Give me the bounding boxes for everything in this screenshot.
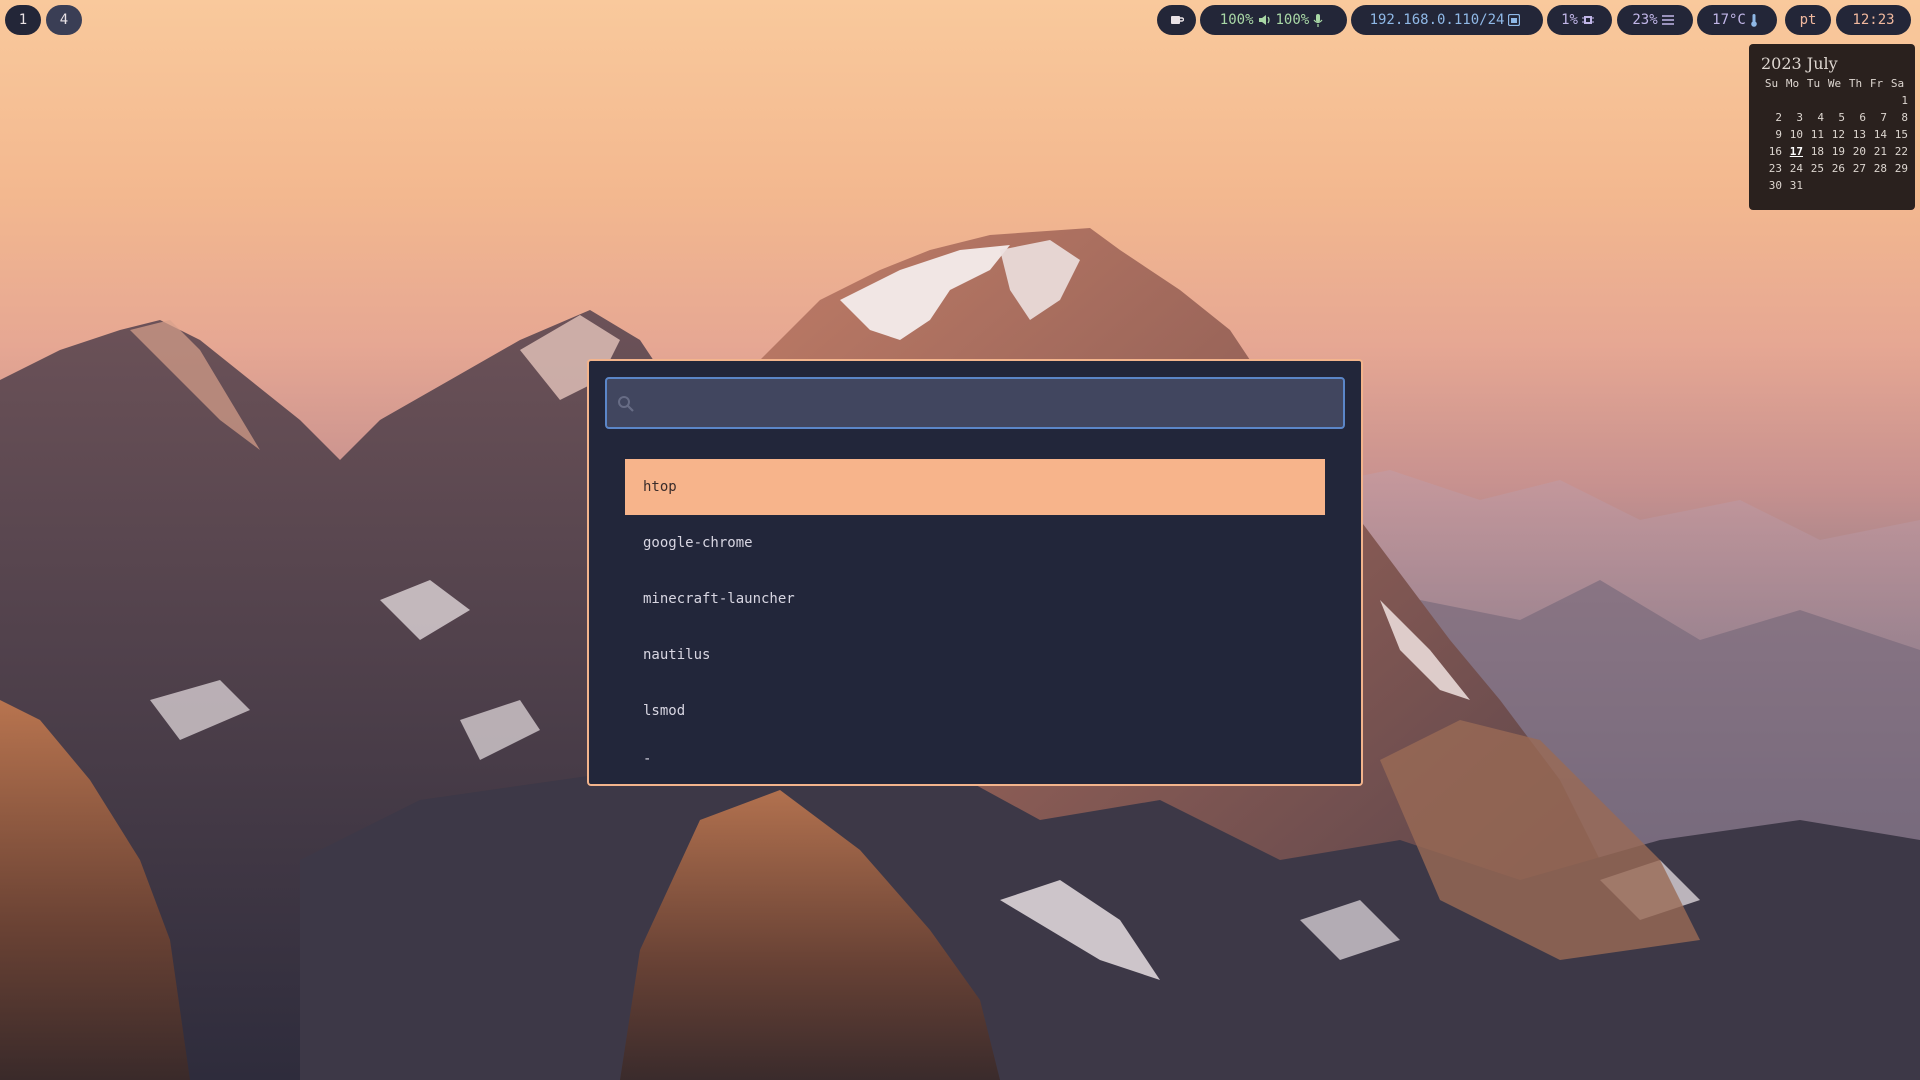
thermometer-icon [1750, 13, 1758, 27]
calendar-day[interactable]: 11 [1803, 127, 1824, 143]
calendar-day[interactable]: 22 [1887, 144, 1908, 160]
coffee-icon [1170, 14, 1184, 26]
calendar-day[interactable]: 25 [1803, 161, 1824, 177]
network-module[interactable]: 192.168.0.110/24 [1351, 5, 1543, 35]
calendar-day[interactable]: 31 [1782, 178, 1803, 194]
result-item-google-chrome[interactable]: google-chrome [625, 515, 1325, 571]
calendar-day[interactable]: 30 [1761, 178, 1782, 194]
result-item-dash[interactable]: - [625, 739, 1325, 779]
calendar-day[interactable]: 3 [1782, 110, 1803, 126]
calendar-weekday: Th [1848, 77, 1863, 90]
mic-volume-value: 100% [1275, 12, 1310, 28]
result-item-nautilus[interactable]: nautilus [625, 627, 1325, 683]
calendar-day[interactable]: 2 [1761, 110, 1782, 126]
calendar-day[interactable]: 27 [1845, 161, 1866, 177]
search-box[interactable] [605, 377, 1345, 429]
calendar-day[interactable]: 15 [1887, 127, 1908, 143]
calendar-day[interactable]: 6 [1845, 110, 1866, 126]
ethernet-icon [1508, 14, 1521, 26]
calendar-day[interactable]: 4 [1803, 110, 1824, 126]
calendar-day[interactable]: 18 [1803, 144, 1824, 160]
calendar-blank [1866, 93, 1887, 109]
calendar-day[interactable]: 29 [1887, 161, 1908, 177]
calendar-day[interactable]: 13 [1845, 127, 1866, 143]
workspace-4-label: 4 [59, 12, 69, 28]
calendar-weekday: We [1827, 77, 1842, 90]
calendar-weekday: Su [1764, 77, 1779, 90]
calendar-title: 2023 July [1761, 54, 1838, 73]
calendar-day[interactable]: 10 [1782, 127, 1803, 143]
cpu-icon [1581, 14, 1594, 26]
app-launcher: htop google-chrome minecraft-launcher na… [587, 359, 1363, 786]
audio-module[interactable]: 100% 100% [1200, 5, 1347, 35]
calendar-day[interactable]: 26 [1824, 161, 1845, 177]
calendar-day[interactable]: 14 [1866, 127, 1887, 143]
calendar-blank [1824, 93, 1845, 109]
search-icon [617, 395, 635, 413]
clock-time: 12:23 [1852, 12, 1895, 28]
calendar-blank [1803, 93, 1824, 109]
calendar-day[interactable]: 7 [1866, 110, 1887, 126]
calendar-blank [1782, 93, 1803, 109]
cpu-module[interactable]: 1% [1547, 5, 1612, 35]
calendar-day[interactable]: 21 [1866, 144, 1887, 160]
cpu-usage: 1% [1561, 12, 1578, 28]
memory-usage: 23% [1632, 12, 1658, 28]
calendar-day[interactable]: 8 [1887, 110, 1908, 126]
calendar-day[interactable]: 12 [1824, 127, 1845, 143]
result-item-minecraft-launcher[interactable]: minecraft-launcher [625, 571, 1325, 627]
clock-button[interactable]: 12:23 [1836, 5, 1911, 35]
result-item-htop[interactable]: htop [625, 459, 1325, 515]
calendar-day[interactable]: 23 [1761, 161, 1782, 177]
calendar-day[interactable]: 1 [1887, 93, 1908, 109]
calendar-today[interactable]: 17 [1782, 144, 1803, 160]
microphone-icon [1313, 13, 1323, 27]
calendar-day[interactable]: 24 [1782, 161, 1803, 177]
calendar-blank [1845, 93, 1866, 109]
workspace-4-button[interactable]: 4 [46, 5, 82, 35]
results-list: htop google-chrome minecraft-launcher na… [625, 459, 1325, 779]
workspace-1-button[interactable]: 1 [5, 5, 41, 35]
calendar-weekday: Sa [1890, 77, 1905, 90]
calendar-day[interactable]: 20 [1845, 144, 1866, 160]
calendar-day[interactable]: 9 [1761, 127, 1782, 143]
calendar-blank [1761, 93, 1782, 109]
calendar-day[interactable]: 16 [1761, 144, 1782, 160]
temperature-value: 17°C [1712, 12, 1746, 28]
keyboard-layout-button[interactable]: pt [1785, 5, 1831, 35]
calendar-weekday: Mo [1785, 77, 1800, 90]
calendar-popup: 2023 July Su Mo Tu We Th Fr Sa 1 2 3 4 5 6 7 8 9 10 11 12 1… [1749, 44, 1915, 210]
speaker-icon [1258, 14, 1272, 26]
calendar-weekday: Tu [1806, 77, 1821, 90]
caffeine-toggle[interactable] [1157, 5, 1196, 35]
network-address: 192.168.0.110/24 [1369, 12, 1505, 28]
volume-value: 100% [1219, 12, 1254, 28]
calendar-day[interactable]: 19 [1824, 144, 1845, 160]
calendar-day[interactable]: 28 [1866, 161, 1887, 177]
memory-module[interactable]: 23% [1617, 5, 1693, 35]
result-item-lsmod[interactable]: lsmod [625, 683, 1325, 739]
temperature-module[interactable]: 17°C [1697, 5, 1777, 35]
calendar-weekday: Fr [1869, 77, 1884, 90]
memory-icon [1661, 14, 1674, 26]
search-input[interactable] [643, 379, 1333, 427]
calendar-day[interactable]: 5 [1824, 110, 1845, 126]
workspace-1-label: 1 [18, 12, 28, 28]
calendar-grid: Su Mo Tu We Th Fr Sa 1 2 3 4 5 6 7 8 9 10 11 12 13 14 15 16 17 1… [1761, 76, 1908, 194]
keyboard-layout-label: pt [1799, 12, 1817, 28]
